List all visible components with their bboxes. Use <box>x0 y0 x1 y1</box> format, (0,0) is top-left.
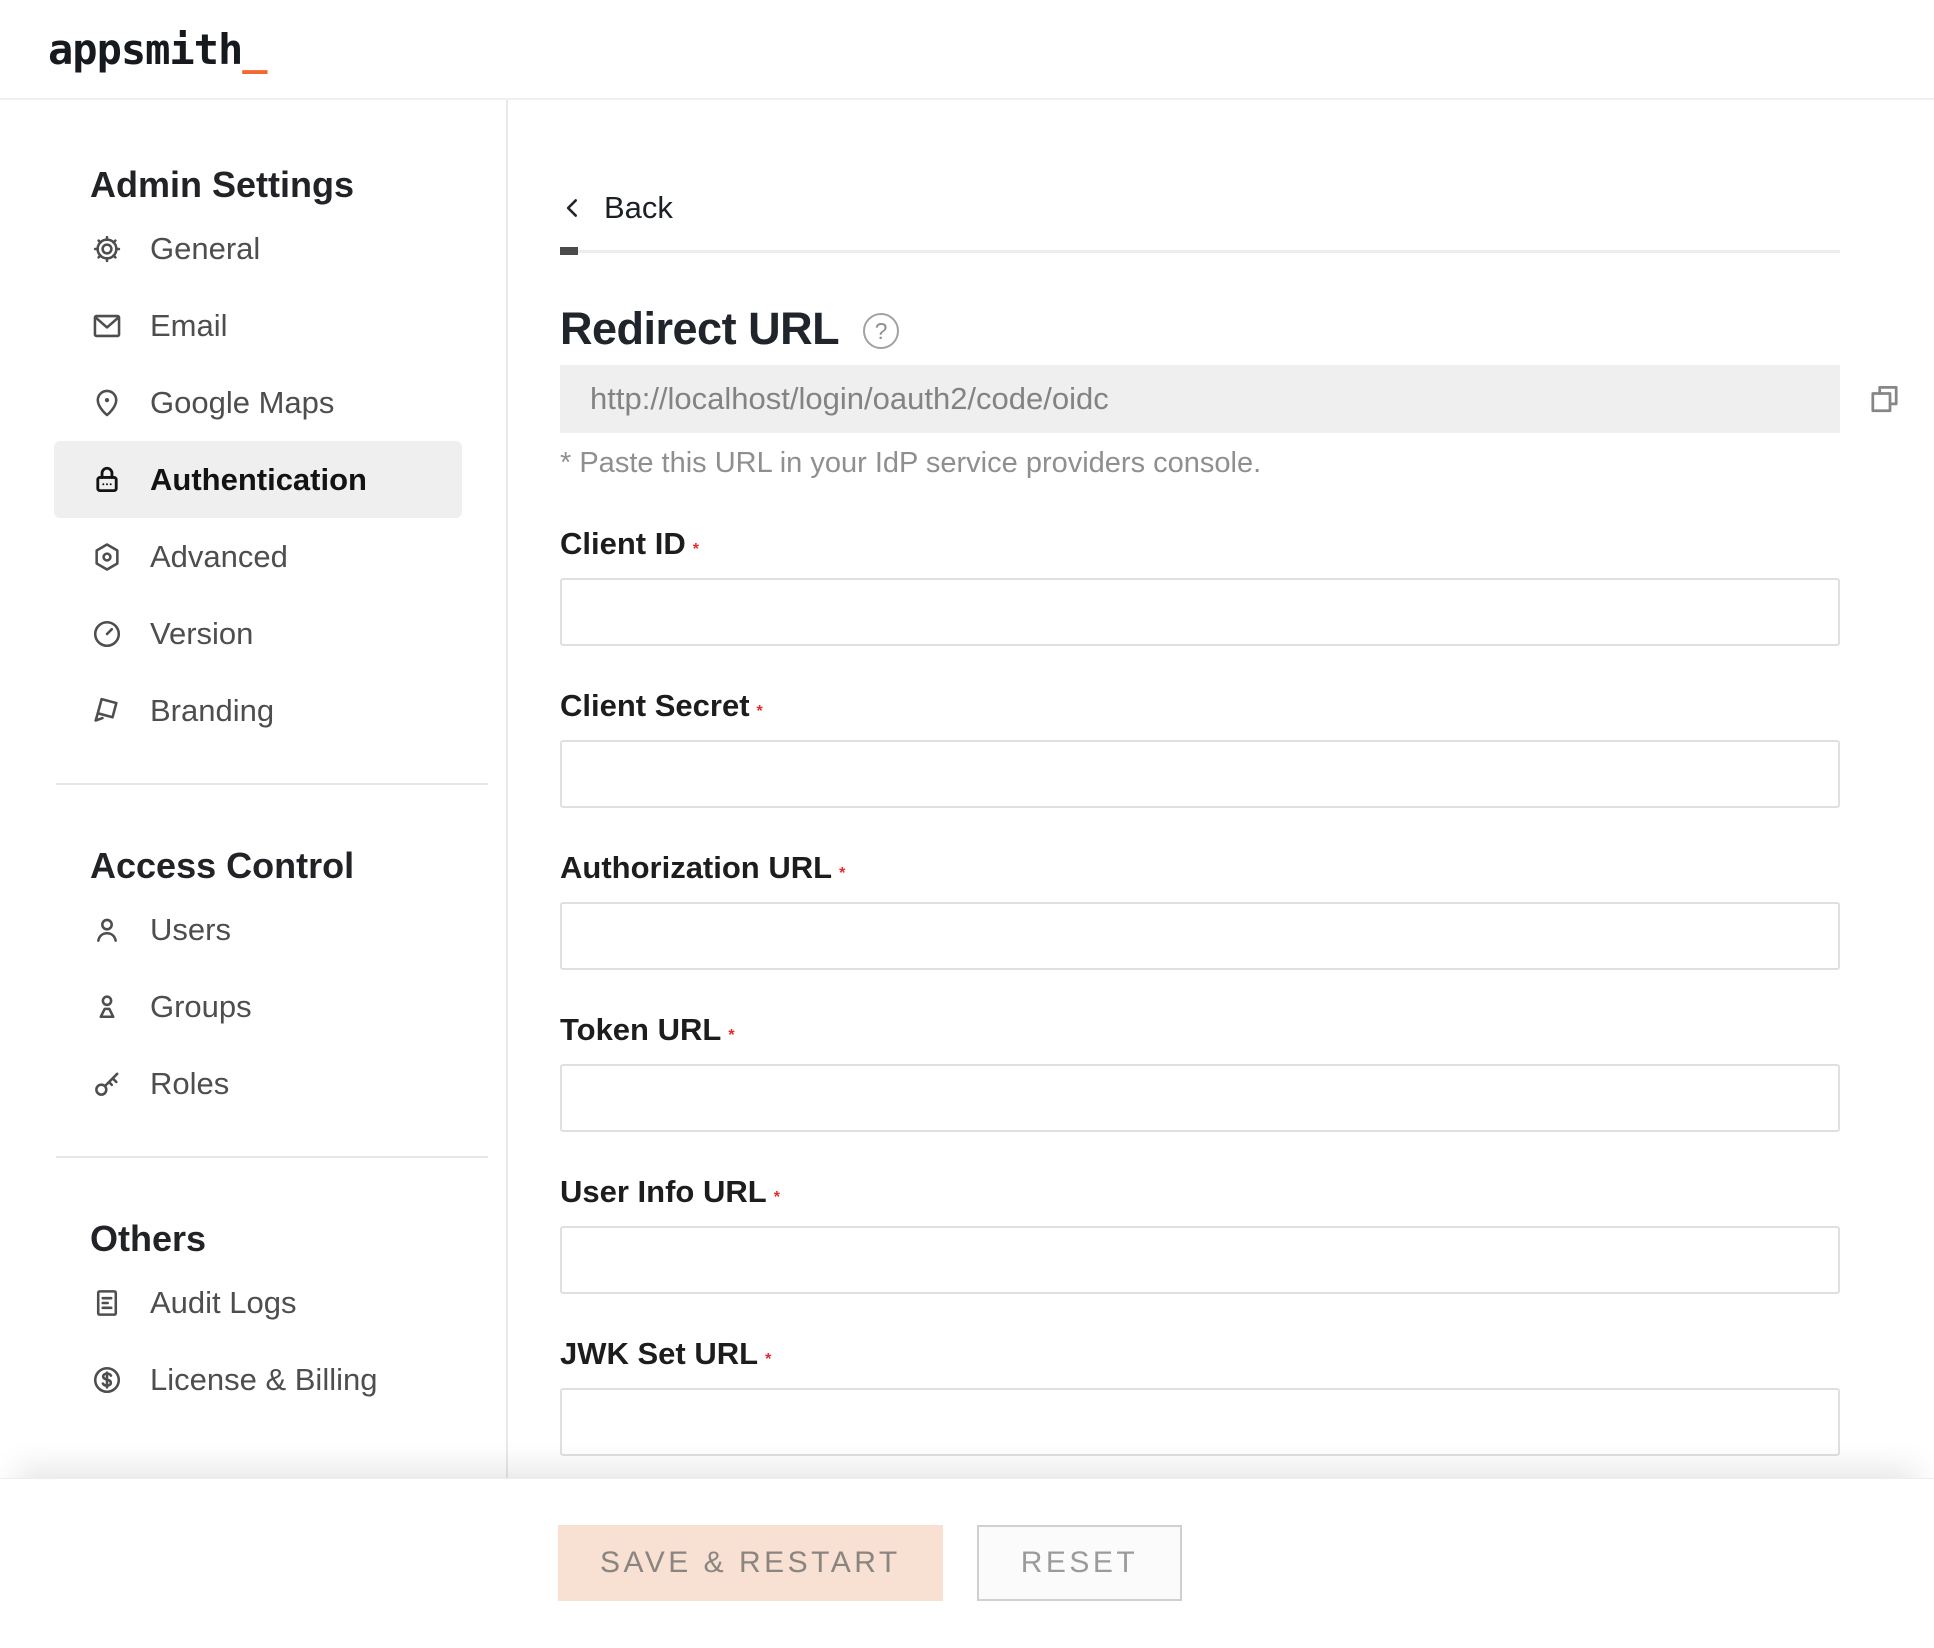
sidebar-item-label: Google Maps <box>150 385 334 421</box>
field-label: Authorization URL <box>560 850 832 885</box>
field-client-id: Client ID * <box>560 526 1840 646</box>
sidebar-item-branding[interactable]: Branding <box>54 672 462 749</box>
tab-indicator-divider <box>560 250 1840 253</box>
reset-button[interactable]: RESET <box>977 1525 1183 1601</box>
required-asterisk: * <box>693 541 699 558</box>
field-authorization-url: Authorization URL * <box>560 850 1840 970</box>
required-asterisk: * <box>757 703 763 720</box>
version-icon <box>90 617 124 651</box>
field-label: User Info URL <box>560 1174 767 1209</box>
save-and-restart-button[interactable]: SAVE & RESTART <box>558 1525 943 1601</box>
field-user-info-url: User Info URL * <box>560 1174 1840 1294</box>
gear-icon <box>90 232 124 266</box>
logo-text: appsmith <box>48 25 242 74</box>
sidebar-item-label: Groups <box>150 989 252 1025</box>
sidebar-item-audit-logs[interactable]: Audit Logs <box>54 1264 462 1341</box>
group-icon <box>90 990 124 1024</box>
client-secret-input[interactable] <box>560 740 1840 808</box>
section-heading-access-control: Access Control <box>90 845 506 887</box>
authorization-url-input[interactable] <box>560 902 1840 970</box>
billing-icon <box>90 1363 124 1397</box>
field-label: Client Secret <box>560 688 750 723</box>
user-info-url-input[interactable] <box>560 1226 1840 1294</box>
sidebar-item-label: Advanced <box>150 539 288 575</box>
logo-cursor: _ <box>242 25 266 74</box>
sidebar-item-general[interactable]: General <box>54 210 462 287</box>
appsmith-logo: appsmith_ <box>48 25 267 74</box>
field-jwk-set-url: JWK Set URL * <box>560 1336 1840 1456</box>
sidebar-item-label: Version <box>150 616 253 652</box>
sidebar-item-authentication[interactable]: Authentication <box>54 441 462 518</box>
app-header: appsmith_ <box>0 0 1934 100</box>
back-label: Back <box>604 190 673 226</box>
redirect-url-note: * Paste this URL in your IdP service pro… <box>560 447 1840 480</box>
required-asterisk: * <box>774 1189 780 1206</box>
action-footer: SAVE & RESTART RESET <box>0 1478 1934 1648</box>
sidebar-item-groups[interactable]: Groups <box>54 968 462 1045</box>
settings-sidebar: Admin Settings General Email Google Maps <box>0 100 508 1478</box>
sidebar-item-label: License & Billing <box>150 1362 377 1398</box>
copy-icon <box>1868 383 1901 416</box>
copy-url-button[interactable] <box>1868 383 1901 416</box>
sidebar-item-label: Authentication <box>150 462 367 498</box>
user-icon <box>90 913 124 947</box>
field-label: Token URL <box>560 1012 721 1047</box>
sidebar-item-label: Roles <box>150 1066 229 1102</box>
sidebar-divider <box>56 783 488 785</box>
lock-icon <box>90 463 124 497</box>
mail-icon <box>90 309 124 343</box>
jwk-set-url-input[interactable] <box>560 1388 1840 1456</box>
sidebar-item-roles[interactable]: Roles <box>54 1045 462 1122</box>
sidebar-item-label: Email <box>150 308 228 344</box>
sidebar-item-email[interactable]: Email <box>54 287 462 364</box>
sidebar-item-advanced[interactable]: Advanced <box>54 518 462 595</box>
chevron-left-icon <box>560 195 586 221</box>
branding-icon <box>90 694 124 728</box>
main-panel: Back Redirect URL * Paste this URL in yo… <box>508 100 1934 1478</box>
required-asterisk: * <box>839 865 845 882</box>
section-heading-others: Others <box>90 1218 506 1260</box>
sidebar-item-license-billing[interactable]: License & Billing <box>54 1341 462 1418</box>
sidebar-divider <box>56 1156 488 1158</box>
sidebar-item-label: Users <box>150 912 231 948</box>
sidebar-item-google-maps[interactable]: Google Maps <box>54 364 462 441</box>
token-url-input[interactable] <box>560 1064 1840 1132</box>
map-pin-icon <box>90 386 124 420</box>
field-token-url: Token URL * <box>560 1012 1840 1132</box>
key-icon <box>90 1067 124 1101</box>
sidebar-item-label: Branding <box>150 693 274 729</box>
section-heading-admin-settings: Admin Settings <box>90 164 506 206</box>
field-label: Client ID <box>560 526 686 561</box>
sidebar-item-label: Audit Logs <box>150 1285 297 1321</box>
audit-log-icon <box>90 1286 124 1320</box>
sidebar-item-users[interactable]: Users <box>54 891 462 968</box>
help-icon[interactable] <box>863 313 899 349</box>
client-id-input[interactable] <box>560 578 1840 646</box>
hexagon-icon <box>90 540 124 574</box>
back-button[interactable]: Back <box>560 190 673 226</box>
sidebar-item-label: General <box>150 231 260 267</box>
field-label: JWK Set URL <box>560 1336 758 1371</box>
required-asterisk: * <box>765 1351 771 1368</box>
redirect-url-input[interactable] <box>560 365 1840 433</box>
field-client-secret: Client Secret * <box>560 688 1840 808</box>
sidebar-item-version[interactable]: Version <box>54 595 462 672</box>
required-asterisk: * <box>728 1027 734 1044</box>
page-title: Redirect URL <box>560 303 839 355</box>
